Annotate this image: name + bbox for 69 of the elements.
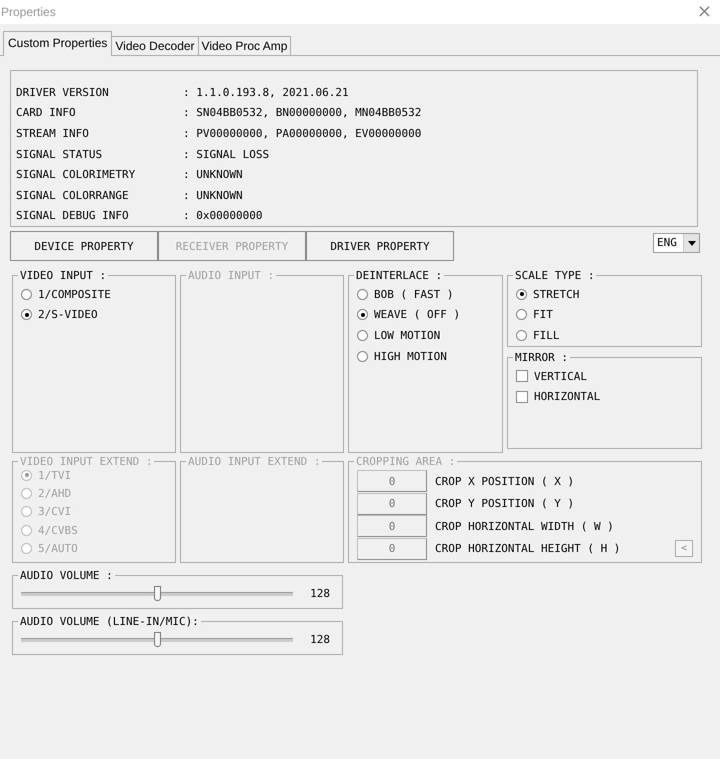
info-value: : UNKNOWN — [183, 188, 243, 202]
tab[interactable]: Custom Properties — [3, 31, 112, 56]
option-label: 2/AHD — [38, 487, 72, 500]
group-title: VIDEO INPUT EXTEND : — [19, 455, 154, 468]
volume-reading: 128 — [310, 632, 330, 646]
option-label: HIGH MOTION — [374, 350, 447, 363]
radio-button[interactable] — [357, 330, 368, 341]
window-title: Properties — [1, 5, 56, 19]
info-label: SIGNAL COLORIMETRY — [16, 168, 136, 182]
slider-track[interactable] — [21, 630, 293, 648]
group-title: AUDIO INPUT : — [187, 269, 276, 282]
group-title: AUDIO INPUT EXTEND : — [187, 455, 322, 468]
radio-button[interactable] — [357, 350, 368, 362]
group-title: DEINTERLACE : — [355, 269, 444, 282]
option-label: FIT — [533, 308, 553, 322]
crop-label: CROP Y POSITION ( Y ) — [435, 497, 574, 510]
option-label: STRETCH — [533, 288, 580, 301]
info-label: SIGNAL STATUS — [16, 148, 104, 161]
info-label: CARD INFO — [16, 106, 77, 120]
option-label: VERTICAL — [534, 370, 587, 383]
radio-button[interactable] — [21, 288, 32, 300]
option-label: 1/COMPOSITE — [38, 288, 111, 301]
language-dropdown[interactable]: ENG — [653, 233, 700, 253]
group-title: SCALE TYPE : — [514, 269, 596, 282]
group-title: MIRROR : — [514, 351, 569, 364]
radio-button[interactable] — [357, 288, 368, 300]
slider-thumb[interactable] — [154, 586, 161, 600]
radio-button[interactable] — [516, 330, 527, 341]
slider-thumb[interactable] — [154, 632, 161, 646]
group-title: CROPPING AREA : — [355, 455, 456, 468]
info-value: : 1.1.0.193.8, 2021.06.21 — [183, 86, 349, 99]
option-label: 4/CVBS — [38, 524, 78, 537]
checkbox[interactable] — [516, 370, 528, 382]
group-title: VIDEO INPUT : — [19, 269, 108, 282]
info-value: : SIGNAL LOSS — [183, 148, 270, 161]
option-label: BOB ( FAST ) — [374, 288, 454, 301]
property-button[interactable]: DRIVER PROPERTY — [306, 231, 454, 261]
option-label: WEAVE ( OFF ) — [374, 308, 460, 322]
property-button[interactable]: DEVICE PROPERTY — [10, 231, 158, 261]
info-label: SIGNAL COLORRANGE — [16, 188, 130, 202]
group-title: AUDIO VOLUME : — [19, 569, 114, 582]
option-label: 2/S-VIDEO — [38, 308, 98, 322]
crop-label: CROP X POSITION ( X ) — [435, 474, 574, 488]
close-button[interactable]: × — [694, 4, 714, 20]
volume-reading: 128 — [310, 586, 330, 600]
option-label: LOW MOTION — [374, 328, 440, 342]
option-label: HORIZONTAL — [534, 390, 600, 404]
info-value: : PV00000000, PA00000000, EV00000000 — [183, 126, 422, 140]
slider-track[interactable] — [21, 584, 293, 602]
radio-button[interactable] — [516, 309, 527, 320]
dropdown-caret-icon — [688, 240, 696, 246]
info-label: DRIVER VERSION — [16, 86, 110, 99]
radio-button[interactable] — [516, 288, 527, 300]
option-label: FILL — [533, 328, 560, 342]
crop-label: CROP HORIZONTAL HEIGHT ( H ) — [435, 542, 620, 556]
info-value: : SN04BB0532, BN00000000, MN04BB0532 — [183, 106, 422, 120]
option-label: 5/AUTO — [38, 542, 78, 556]
radio-button[interactable] — [357, 309, 368, 320]
info-value: : 0x00000000 — [183, 209, 262, 222]
info-value: : UNKNOWN — [183, 168, 243, 182]
option-label: 1/TVI — [38, 468, 72, 482]
radio-button[interactable] — [21, 309, 32, 320]
option-label: 3/CVI — [38, 505, 72, 518]
group-title: AUDIO VOLUME (LINE-IN/MIC): — [19, 615, 200, 628]
tab[interactable]: Video Proc Amp — [198, 36, 292, 56]
info-label: SIGNAL DEBUG INFO — [16, 209, 130, 222]
info-label: STREAM INFO — [16, 126, 90, 140]
crop-label: CROP HORIZONTAL WIDTH ( W ) — [435, 520, 614, 533]
checkbox[interactable] — [516, 390, 528, 403]
